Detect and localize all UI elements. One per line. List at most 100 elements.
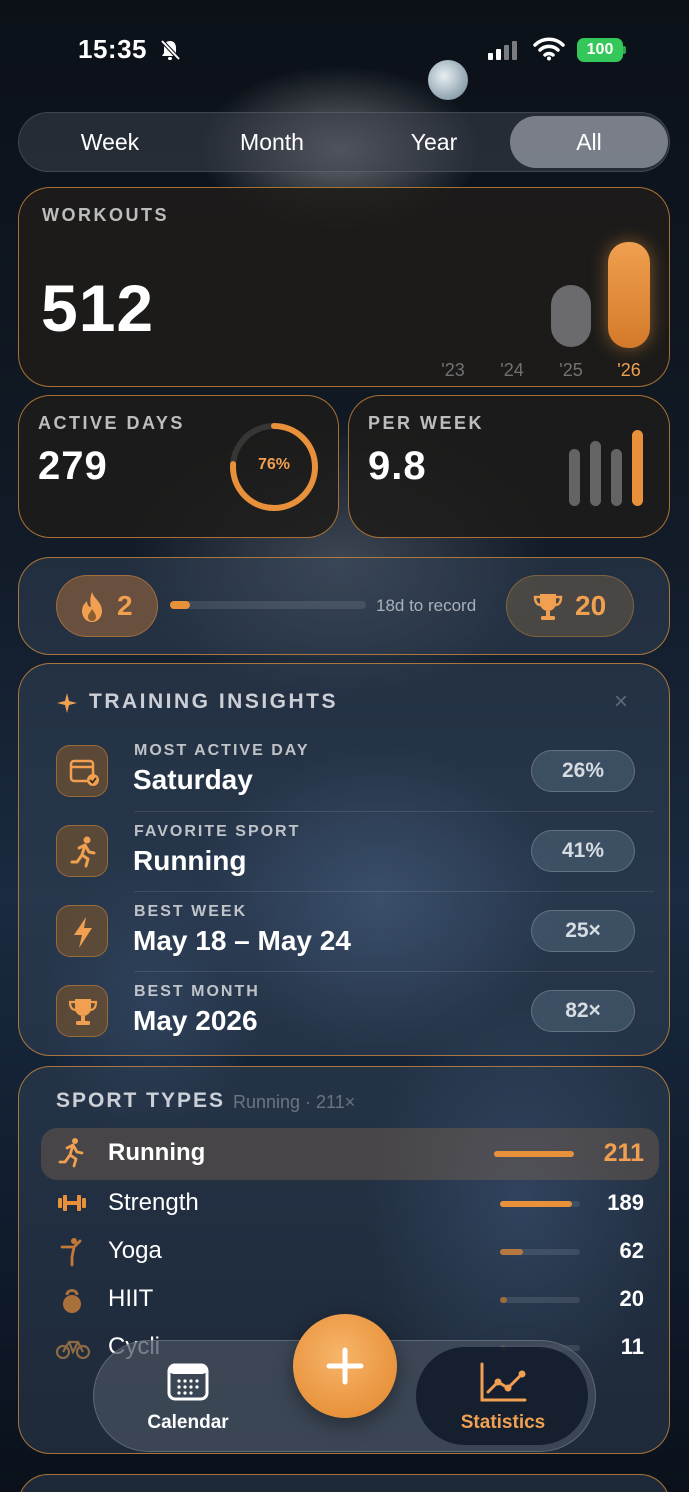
insights-close-icon[interactable]: × xyxy=(614,688,628,716)
per-week-bar xyxy=(569,449,580,506)
sport-count: 20 xyxy=(619,1286,644,1311)
flame-icon xyxy=(82,592,102,622)
sport-row-running[interactable]: Running 211 xyxy=(56,1137,656,1173)
kettlebell-icon xyxy=(63,1289,81,1313)
bolt-icon xyxy=(56,905,108,957)
insight-badge-best-month: 82× xyxy=(531,990,635,1032)
current-streak-pill[interactable]: 2 xyxy=(56,575,158,637)
insight-badge-favorite-sport: 41% xyxy=(531,830,635,872)
streak-progress-track xyxy=(170,601,366,609)
sport-count: 211 xyxy=(603,1139,644,1167)
year-label-26: '26 xyxy=(617,360,641,380)
chart-line-icon xyxy=(480,1362,527,1402)
insight-label-favorite-sport: FAVORITE SPORT xyxy=(134,823,301,840)
sport-row-hiit[interactable]: HIIT 20 xyxy=(56,1283,656,1317)
insight-label-best-month: BEST MONTH xyxy=(134,983,260,1000)
bell-slash-icon xyxy=(160,39,181,61)
streak-progress-text: 18d to record xyxy=(376,596,477,615)
per-week-bar xyxy=(611,449,622,506)
insight-label-most-active-day: MOST ACTIVE DAY xyxy=(134,742,310,759)
per-week-bar xyxy=(632,430,643,506)
sport-row-strength[interactable]: Strength 189 xyxy=(56,1187,656,1221)
year-label-24: '24 xyxy=(500,360,524,380)
insight-value-most-active-day: Saturday xyxy=(133,764,253,795)
current-streak-value: 2 xyxy=(117,590,133,621)
insight-value-favorite-sport: Running xyxy=(133,845,247,876)
workouts-value: 512 xyxy=(41,271,155,345)
workouts-label: WORKOUTS xyxy=(42,205,169,225)
sport-bar-track xyxy=(500,1201,580,1207)
divider xyxy=(134,971,654,972)
sport-types-title: SPORT TYPES xyxy=(56,1089,226,1112)
tab-statistics-label: Statistics xyxy=(460,1412,546,1433)
sport-count: 62 xyxy=(619,1238,644,1263)
calendar-icon xyxy=(167,1363,209,1401)
filter-year[interactable]: Year xyxy=(353,113,515,173)
active-days-card[interactable]: ACTIVE DAYS 279 76% xyxy=(18,395,339,538)
training-insights-card: TRAINING INSIGHTS × MOST ACTIVE DAY Satu… xyxy=(18,663,670,1056)
sport-bar-fill xyxy=(494,1151,574,1157)
cellular-signal-icon xyxy=(488,40,517,60)
per-week-label: PER WEEK xyxy=(368,413,485,433)
year-bar-25 xyxy=(551,285,591,347)
sport-row-yoga[interactable]: Yoga 62 xyxy=(56,1235,656,1269)
sparkle-icon xyxy=(57,693,77,713)
per-week-value: 9.8 xyxy=(368,444,427,488)
running-icon xyxy=(58,1138,84,1168)
sport-name: Running xyxy=(108,1139,206,1166)
status-time: 15:35 xyxy=(78,34,147,64)
add-workout-button[interactable] xyxy=(293,1314,397,1418)
per-week-card[interactable]: PER WEEK 9.8 xyxy=(348,395,670,538)
year-label-23: '23 xyxy=(441,360,465,380)
trophy-icon xyxy=(56,985,108,1037)
wifi-icon xyxy=(533,37,565,61)
per-week-bars xyxy=(569,428,649,506)
year-label-25: '25 xyxy=(559,360,583,380)
sport-bar-fill xyxy=(500,1201,572,1207)
active-days-value: 279 xyxy=(38,444,108,488)
sport-types-subtitle: Running · 211× xyxy=(233,1092,356,1112)
insight-value-best-week: May 18 – May 24 xyxy=(133,925,351,956)
year-bar-26 xyxy=(608,242,650,348)
tab-calendar-label: Calendar xyxy=(147,1412,229,1433)
insight-label-best-week: BEST WEEK xyxy=(134,903,248,920)
sport-name: Yoga xyxy=(108,1237,162,1264)
per-week-bar xyxy=(590,441,601,506)
record-streak-value: 20 xyxy=(575,590,607,621)
insight-badge-best-week: 25× xyxy=(531,910,635,952)
divider xyxy=(134,891,654,892)
insight-badge-most-active-day: 26% xyxy=(531,750,635,792)
sport-name: HIIT xyxy=(108,1285,154,1312)
trophy-icon xyxy=(533,594,563,620)
running-icon xyxy=(56,825,108,877)
workouts-card[interactable]: WORKOUTS 512 '23 '24 '25 '26 xyxy=(18,187,670,387)
filter-all[interactable]: All xyxy=(510,113,668,173)
filter-month[interactable]: Month xyxy=(191,113,353,173)
filter-week[interactable]: Week xyxy=(29,113,191,173)
insight-value-best-month: May 2026 xyxy=(133,1005,258,1036)
tab-statistics[interactable]: Statistics xyxy=(450,1360,556,1440)
record-streak-pill[interactable]: 20 xyxy=(506,575,634,637)
background-moon xyxy=(428,60,468,100)
plus-icon xyxy=(326,1347,364,1385)
sport-bar-fill xyxy=(500,1249,523,1255)
tab-calendar[interactable]: Calendar xyxy=(140,1360,236,1440)
sport-bar-track xyxy=(494,1151,574,1157)
active-days-percent: 76% xyxy=(257,456,291,473)
sport-bar-fill xyxy=(500,1297,507,1303)
bicycle-icon xyxy=(56,1340,90,1359)
sport-name: Strength xyxy=(108,1189,199,1216)
battery-indicator: 100 xyxy=(577,38,623,62)
active-days-label: ACTIVE DAYS xyxy=(38,413,185,433)
sport-count: 189 xyxy=(607,1190,644,1215)
calendar-check-icon xyxy=(56,745,108,797)
dumbbell-icon xyxy=(58,1195,86,1211)
next-card-peek xyxy=(18,1474,670,1492)
battery-tip xyxy=(623,46,626,54)
insights-title: TRAINING INSIGHTS xyxy=(89,690,339,713)
sport-bar-track xyxy=(500,1297,580,1303)
streak-progress-fill xyxy=(170,601,190,609)
yoga-icon xyxy=(60,1238,82,1267)
sport-bar-track xyxy=(500,1249,580,1255)
divider xyxy=(134,811,654,812)
